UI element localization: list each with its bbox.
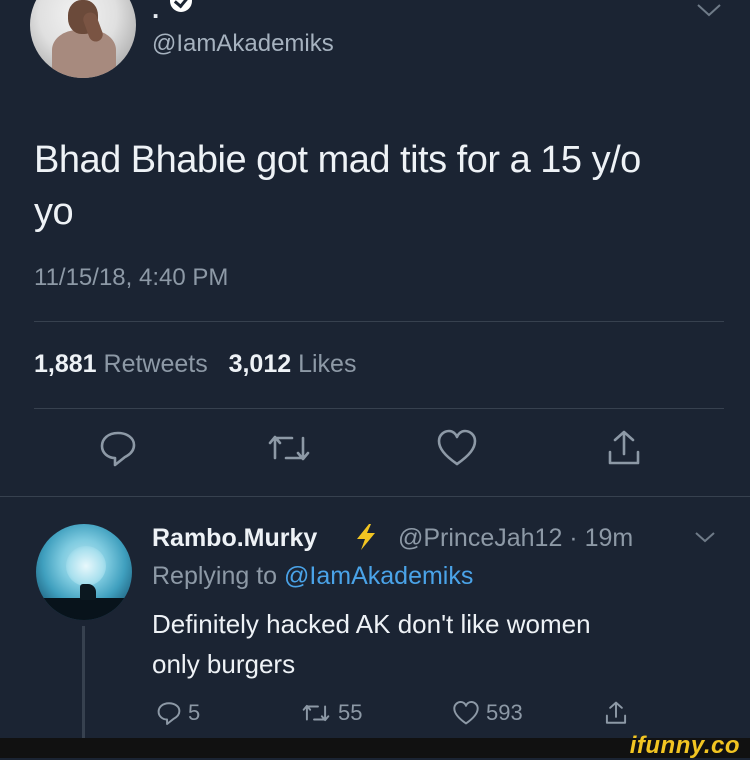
thread-line (82, 626, 85, 738)
like-count: 593 (486, 700, 523, 725)
reply-text-line: Definitely hacked AK don't like women (152, 609, 591, 639)
author-name[interactable]: . (152, 0, 159, 25)
reply-icon (157, 702, 181, 726)
chevron-down-icon[interactable] (696, 2, 722, 18)
share-icon (605, 701, 627, 724)
reply-reply-button[interactable]: 5 (156, 700, 200, 726)
verified-badge-icon (170, 0, 192, 12)
reply-handle-time[interactable]: @PrinceJah12 · 19m (398, 524, 633, 553)
author-avatar[interactable] (30, 0, 136, 78)
ifunny-watermark: ifunny.co (629, 732, 740, 759)
like-icon (453, 700, 479, 725)
retweet-icon (302, 704, 330, 722)
reply-icon[interactable] (98, 428, 138, 468)
reply-count: 5 (188, 700, 201, 725)
tweet-text-line: Bhad Bhabie got mad tits for a 15 y/o (34, 139, 641, 181)
reply-avatar[interactable] (36, 524, 132, 620)
retweets-stat[interactable]: 1,881 Retweets (34, 350, 208, 378)
replying-prefix: Replying to (152, 562, 278, 590)
reply-author-name[interactable]: Rambo.Murky (152, 524, 317, 553)
replying-to: Replying to @IamAkademiks (152, 562, 473, 591)
retweets-label: Retweets (103, 350, 208, 378)
divider (34, 408, 724, 409)
retweet-icon[interactable] (266, 428, 312, 468)
reply-retweet-button[interactable]: 55 (300, 700, 362, 726)
retweet-count: 55 (338, 700, 363, 725)
tweet-text: Bhad Bhabie got mad tits for a 15 y/o yo (34, 134, 724, 238)
lightning-bolt-icon (352, 522, 380, 552)
reply-text: Definitely hacked AK don't like women on… (152, 604, 712, 684)
likes-label: Likes (298, 350, 357, 378)
tweet-timestamp[interactable]: 11/15/18, 4:40 PM (34, 264, 228, 292)
tweet-text-line: yo (34, 191, 74, 233)
likes-stat[interactable]: 3,012 Likes (229, 350, 357, 378)
likes-count: 3,012 (228, 350, 292, 378)
replying-mention-link[interactable]: @IamAkademiks (284, 562, 473, 590)
tweet-action-bar (0, 428, 750, 488)
reply-like-button[interactable]: 593 (452, 700, 523, 726)
author-handle[interactable]: @IamAkademiks (152, 30, 334, 58)
retweets-count: 1,881 (34, 350, 97, 378)
reply-text-line: only burgers (152, 649, 296, 679)
reply-action-bar: 5 55 593 (152, 700, 672, 736)
chevron-down-icon[interactable] (694, 530, 716, 544)
divider (0, 496, 750, 497)
divider (34, 321, 724, 322)
share-icon[interactable] (606, 428, 642, 468)
like-icon[interactable] (436, 428, 478, 468)
reply-share-button[interactable] (604, 700, 628, 726)
tweet-stats: 1,881 Retweets 3,012 Likes (34, 350, 356, 379)
